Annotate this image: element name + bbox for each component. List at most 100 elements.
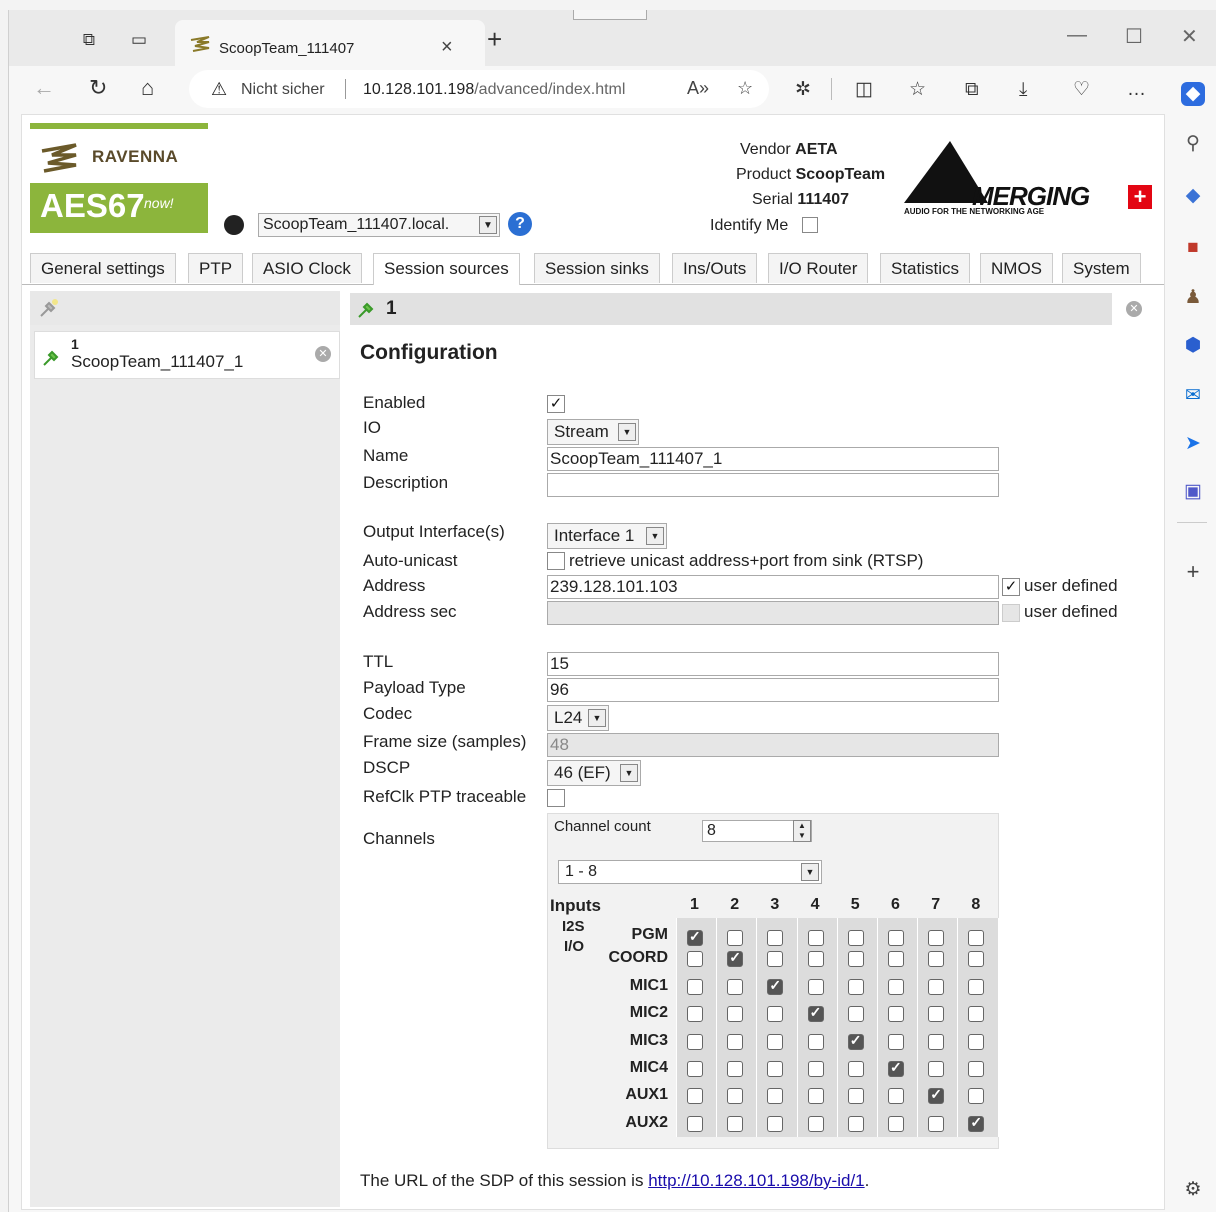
matrix-checkbox[interactable] bbox=[968, 1006, 985, 1023]
matrix-checkbox[interactable] bbox=[767, 977, 784, 995]
channel-count-spinner[interactable]: 8 ▲ ▼ bbox=[702, 820, 812, 842]
ttl-input[interactable]: 15 bbox=[547, 652, 999, 676]
matrix-checkbox[interactable] bbox=[687, 1033, 703, 1050]
matrix-checkbox[interactable] bbox=[807, 951, 824, 968]
io-select[interactable]: Stream ▼ bbox=[547, 419, 639, 445]
matrix-checkbox[interactable] bbox=[847, 1061, 864, 1077]
matrix-checkbox[interactable] bbox=[687, 1115, 703, 1132]
matrix-checkbox[interactable] bbox=[687, 951, 703, 968]
search-icon[interactable]: ⚲ bbox=[1181, 132, 1205, 156]
matrix-checkbox[interactable] bbox=[767, 951, 784, 968]
favorite-star-icon[interactable]: ☆ bbox=[737, 78, 753, 99]
url-text[interactable]: 10.128.101.198/advanced/index.html bbox=[363, 81, 625, 99]
matrix-checkbox[interactable] bbox=[888, 1006, 904, 1023]
matrix-checkbox[interactable] bbox=[928, 978, 945, 995]
matrix-checkbox[interactable] bbox=[727, 930, 744, 946]
matrix-checkbox[interactable] bbox=[727, 949, 744, 968]
tab-statistics[interactable]: Statistics bbox=[880, 253, 971, 283]
matrix-checkbox[interactable] bbox=[807, 1115, 824, 1132]
tab-system[interactable]: System bbox=[1062, 253, 1141, 283]
matrix-checkbox[interactable] bbox=[888, 1115, 904, 1132]
matrix-checkbox[interactable] bbox=[928, 930, 945, 946]
matrix-checkbox[interactable] bbox=[807, 1061, 824, 1077]
home-icon[interactable]: ⌂ bbox=[141, 76, 154, 100]
workspaces-icon[interactable]: ⧉ bbox=[79, 30, 99, 50]
matrix-checkbox[interactable] bbox=[968, 1061, 985, 1077]
matrix-checkbox[interactable] bbox=[807, 930, 824, 946]
tab-asio-clock[interactable]: ASIO Clock bbox=[252, 253, 362, 283]
refclk-checkbox[interactable] bbox=[547, 789, 565, 807]
help-icon[interactable]: ? bbox=[508, 212, 532, 236]
tab-session-sinks[interactable]: Session sinks bbox=[534, 253, 660, 283]
shopping-tag-icon[interactable]: ◆ bbox=[1181, 184, 1205, 208]
outlook-icon[interactable]: ✉ bbox=[1181, 384, 1205, 408]
matrix-checkbox[interactable] bbox=[727, 978, 744, 995]
address-bar[interactable]: ⚠ Nicht sicher 10.128.101.198/advanced/i… bbox=[189, 70, 769, 108]
matrix-checkbox[interactable] bbox=[807, 978, 824, 995]
extensions-icon[interactable]: ✲ bbox=[795, 80, 811, 100]
matrix-checkbox[interactable] bbox=[928, 1115, 945, 1132]
output-interface-select[interactable]: Interface 1 ▼ bbox=[547, 523, 667, 549]
tab-nmos[interactable]: NMOS bbox=[980, 253, 1053, 283]
session-detail-close-icon[interactable]: ✕ bbox=[1126, 301, 1142, 317]
add-session-plug-icon[interactable] bbox=[38, 297, 60, 319]
identify-checkbox[interactable] bbox=[802, 217, 818, 233]
tab-actions-icon[interactable]: ▭ bbox=[129, 30, 149, 50]
teams-icon[interactable]: ▣ bbox=[1181, 480, 1205, 504]
matrix-checkbox[interactable] bbox=[888, 1088, 904, 1105]
matrix-checkbox[interactable] bbox=[687, 978, 703, 995]
matrix-checkbox[interactable] bbox=[888, 978, 904, 995]
matrix-checkbox[interactable] bbox=[888, 1033, 904, 1050]
matrix-checkbox[interactable] bbox=[928, 1006, 945, 1023]
tools-briefcase-icon[interactable]: ■ bbox=[1181, 236, 1205, 260]
matrix-checkbox[interactable] bbox=[687, 1061, 703, 1077]
payload-type-input[interactable]: 96 bbox=[547, 678, 999, 702]
back-icon[interactable]: ← bbox=[33, 76, 55, 100]
session-list-item[interactable]: 1 ScoopTeam_111407_1 ✕ bbox=[34, 331, 340, 379]
matrix-checkbox[interactable] bbox=[968, 978, 985, 995]
matrix-checkbox[interactable] bbox=[847, 978, 864, 995]
enabled-checkbox[interactable]: ✓ bbox=[547, 395, 565, 413]
matrix-checkbox[interactable] bbox=[767, 1033, 784, 1050]
channel-range-select[interactable]: 1 - 8 ▼ bbox=[558, 860, 822, 884]
downloads-icon[interactable]: ⤓ bbox=[1019, 80, 1027, 100]
matrix-checkbox[interactable] bbox=[687, 928, 703, 946]
matrix-checkbox[interactable] bbox=[847, 1088, 864, 1105]
tab-general-settings[interactable]: General settings bbox=[30, 253, 176, 283]
tab-io-router[interactable]: I/O Router bbox=[768, 253, 869, 283]
telegram-icon[interactable]: ➤ bbox=[1181, 432, 1205, 456]
session-item-delete-icon[interactable]: ✕ bbox=[315, 346, 331, 362]
tab-close-icon[interactable]: × bbox=[441, 36, 453, 59]
matrix-checkbox[interactable] bbox=[968, 1114, 985, 1132]
matrix-checkbox[interactable] bbox=[928, 1061, 945, 1077]
matrix-checkbox[interactable] bbox=[767, 1061, 784, 1077]
matrix-checkbox[interactable] bbox=[807, 1088, 824, 1105]
matrix-checkbox[interactable] bbox=[968, 1033, 985, 1050]
browser-essentials-icon[interactable]: ♡ bbox=[1073, 80, 1090, 100]
collections-icon[interactable]: ⧉ bbox=[965, 80, 979, 100]
auto-unicast-checkbox[interactable] bbox=[547, 552, 565, 570]
matrix-checkbox[interactable] bbox=[687, 1088, 703, 1105]
matrix-checkbox[interactable] bbox=[968, 1088, 985, 1105]
matrix-checkbox[interactable] bbox=[847, 930, 864, 946]
more-menu-icon[interactable]: … bbox=[1127, 80, 1146, 100]
favorites-icon[interactable]: ☆ bbox=[909, 80, 926, 100]
tab-ptp[interactable]: PTP bbox=[188, 253, 244, 283]
matrix-checkbox[interactable] bbox=[807, 1004, 824, 1023]
matrix-checkbox[interactable] bbox=[888, 930, 904, 946]
minimize-icon[interactable]: — bbox=[1067, 24, 1087, 47]
matrix-checkbox[interactable] bbox=[727, 1033, 744, 1050]
matrix-checkbox[interactable] bbox=[727, 1115, 744, 1132]
read-aloud-icon[interactable]: A» bbox=[687, 78, 709, 99]
matrix-checkbox[interactable] bbox=[928, 1033, 945, 1050]
matrix-checkbox[interactable] bbox=[968, 930, 985, 946]
matrix-checkbox[interactable] bbox=[687, 1006, 703, 1023]
microsoft365-icon[interactable]: ⬢ bbox=[1181, 334, 1205, 358]
matrix-checkbox[interactable] bbox=[847, 1032, 864, 1050]
dscp-select[interactable]: 46 (EF) ▼ bbox=[547, 760, 641, 786]
matrix-checkbox[interactable] bbox=[847, 951, 864, 968]
tab-ins-outs[interactable]: Ins/Outs bbox=[672, 253, 758, 283]
tab-session-sources[interactable]: Session sources bbox=[373, 253, 520, 285]
window-close-icon[interactable]: ✕ bbox=[1181, 24, 1198, 49]
settings-gear-icon[interactable]: ⚙ bbox=[1181, 1178, 1205, 1202]
